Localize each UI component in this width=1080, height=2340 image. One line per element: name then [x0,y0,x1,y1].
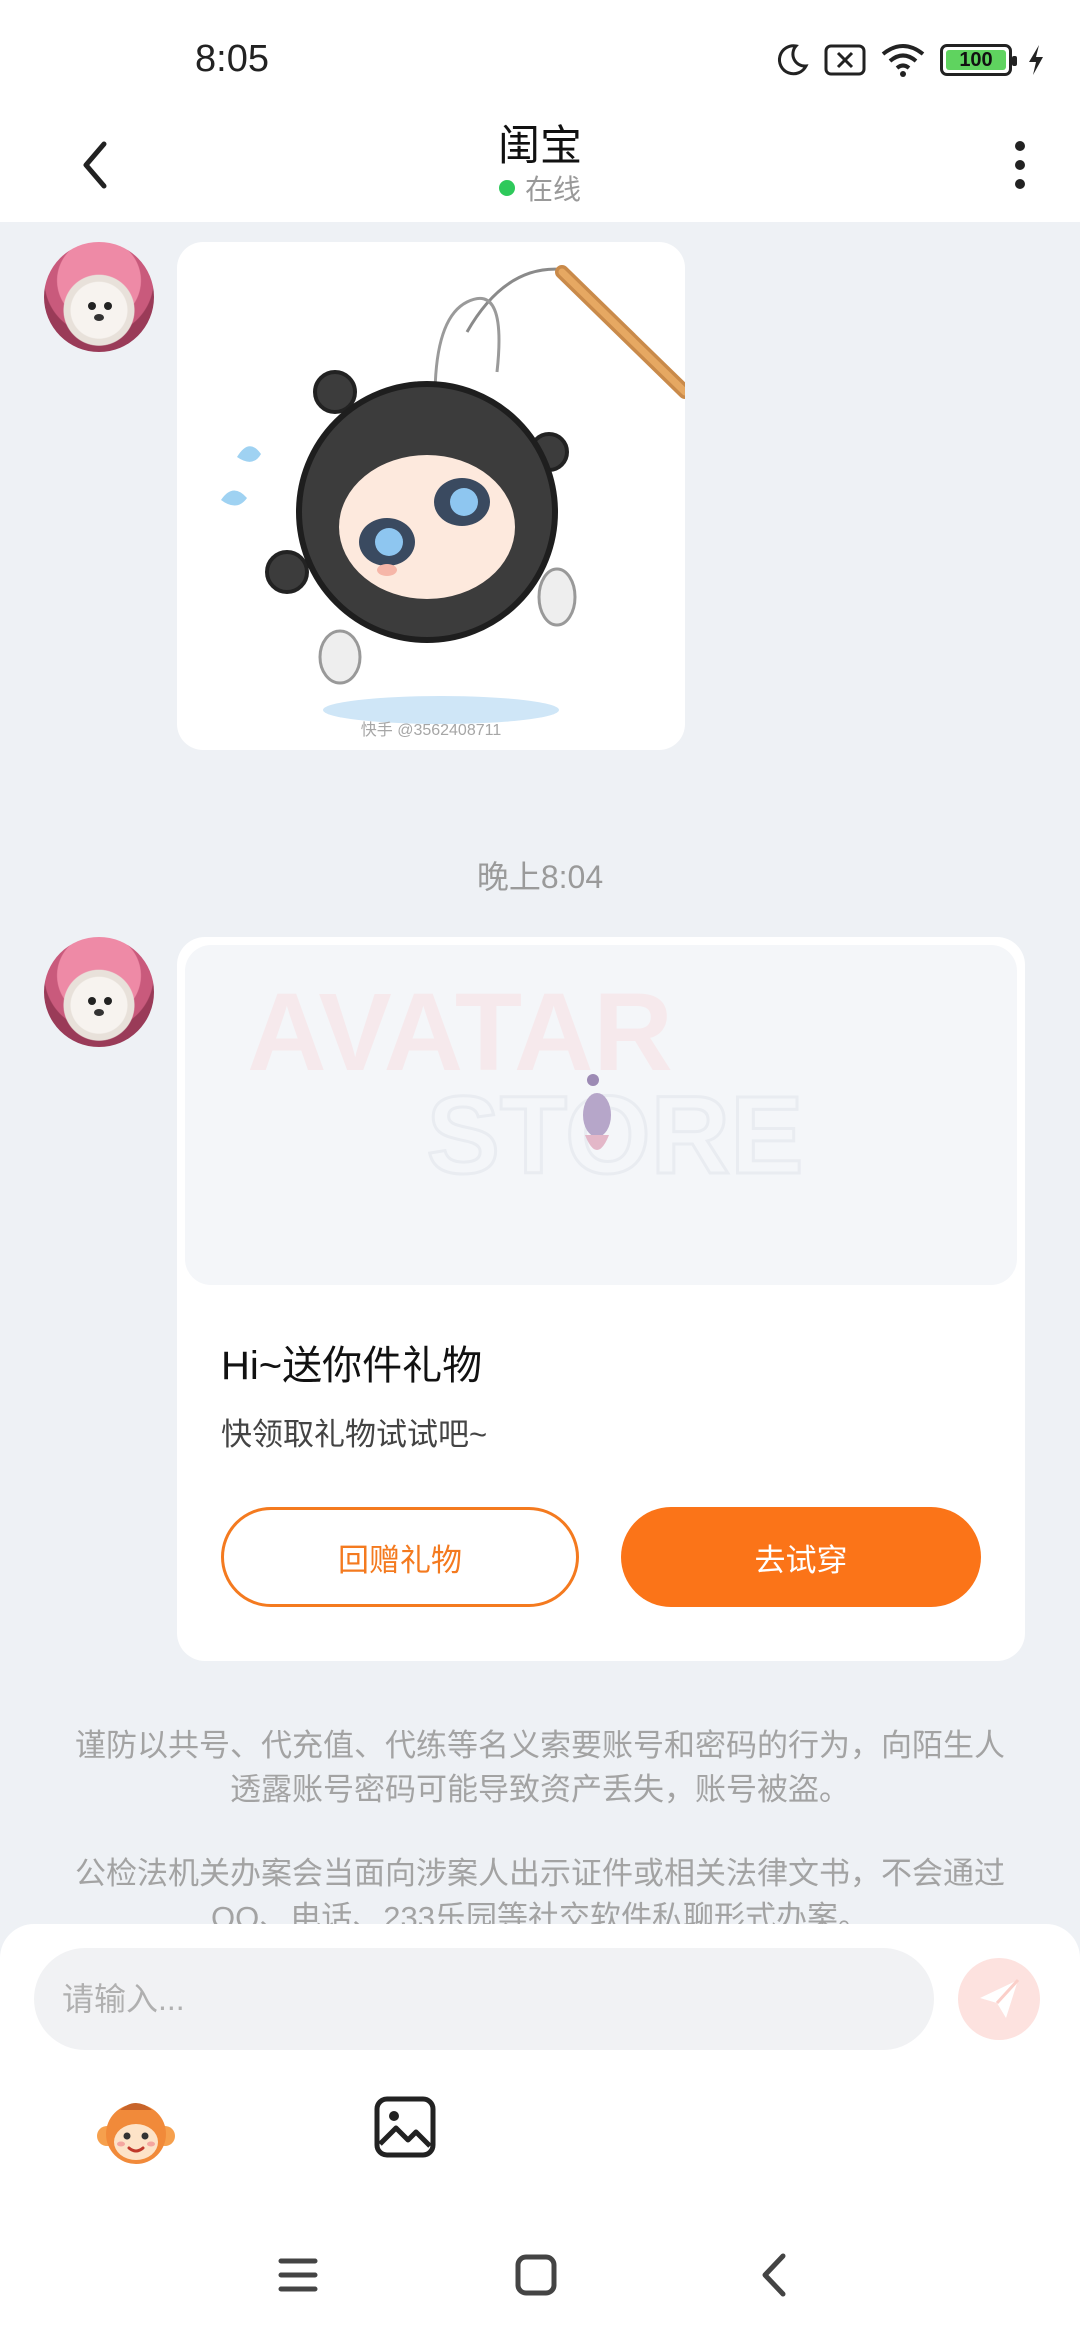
time-divider: 晚上8:04 [476,859,604,895]
status-icons: 100 [774,40,1046,80]
message-input[interactable] [34,1948,934,2050]
gift-card-title: Hi~送你件礼物 [221,1344,483,1388]
chat-header: 闺宝 在线 [0,110,1080,222]
charging-icon [1029,45,1043,75]
moon-icon [777,44,809,76]
more-button[interactable] [1000,130,1040,200]
wifi-icon [881,44,925,77]
return-gift-button[interactable]: 回赠礼物 [221,1507,579,1607]
avatar[interactable] [44,937,154,1047]
send-button[interactable] [958,1958,1040,2040]
home-square-icon [515,2254,557,2296]
online-status-label: 在线 [524,174,581,205]
status-time: 8:05 [195,38,269,80]
nav-menu-button[interactable] [263,2240,333,2310]
status-bar: 8:05 100 [0,0,1080,110]
image-icon [374,2096,436,2158]
page-title: 闺宝 [497,122,582,169]
back-triangle-icon [762,2253,786,2297]
banner-text-2: STORE [427,1074,804,1197]
gift-banner: AVATAR STORE [185,945,1017,1285]
online-status: 在线 [0,168,1080,208]
gift-card-subtitle: 快领取礼物试试吧~ [221,1417,488,1452]
nav-home-button[interactable] [501,2240,571,2310]
ninja-sticker-image [221,265,685,724]
monkey-emoji-icon [97,2103,175,2164]
avatar[interactable] [44,242,154,352]
try-on-button[interactable]: 去试穿 [621,1507,981,1607]
emoji-button[interactable] [95,2092,177,2174]
gift-card[interactable]: AVATAR STORE Hi~送你件礼物 快领取礼物试试吧~ 回赠礼物 去试穿 [177,937,1025,1661]
paper-plane-icon [980,1978,1020,2018]
sticker-watermark: 快手 @3562408711 [360,722,502,739]
system-nav-bar [0,2220,1080,2330]
more-vertical-icon [1015,141,1025,151]
image-button[interactable] [372,2094,438,2160]
online-dot [498,180,515,196]
sticker-message[interactable]: 快手 @3562408711 [177,242,685,750]
menu-icon [278,2258,318,2292]
avatar-store-banner-image: AVATAR STORE [247,971,805,1199]
security-notice: 谨防以共号、代充值、代练等名义索要账号和密码的行为，向陌生人透露账号密码可能导致… [75,1728,1005,1807]
no-sim-icon [824,44,866,76]
nav-back-button[interactable] [739,2240,809,2310]
battery-icon: 100 [940,44,1017,76]
battery-level: 100 [959,48,993,71]
